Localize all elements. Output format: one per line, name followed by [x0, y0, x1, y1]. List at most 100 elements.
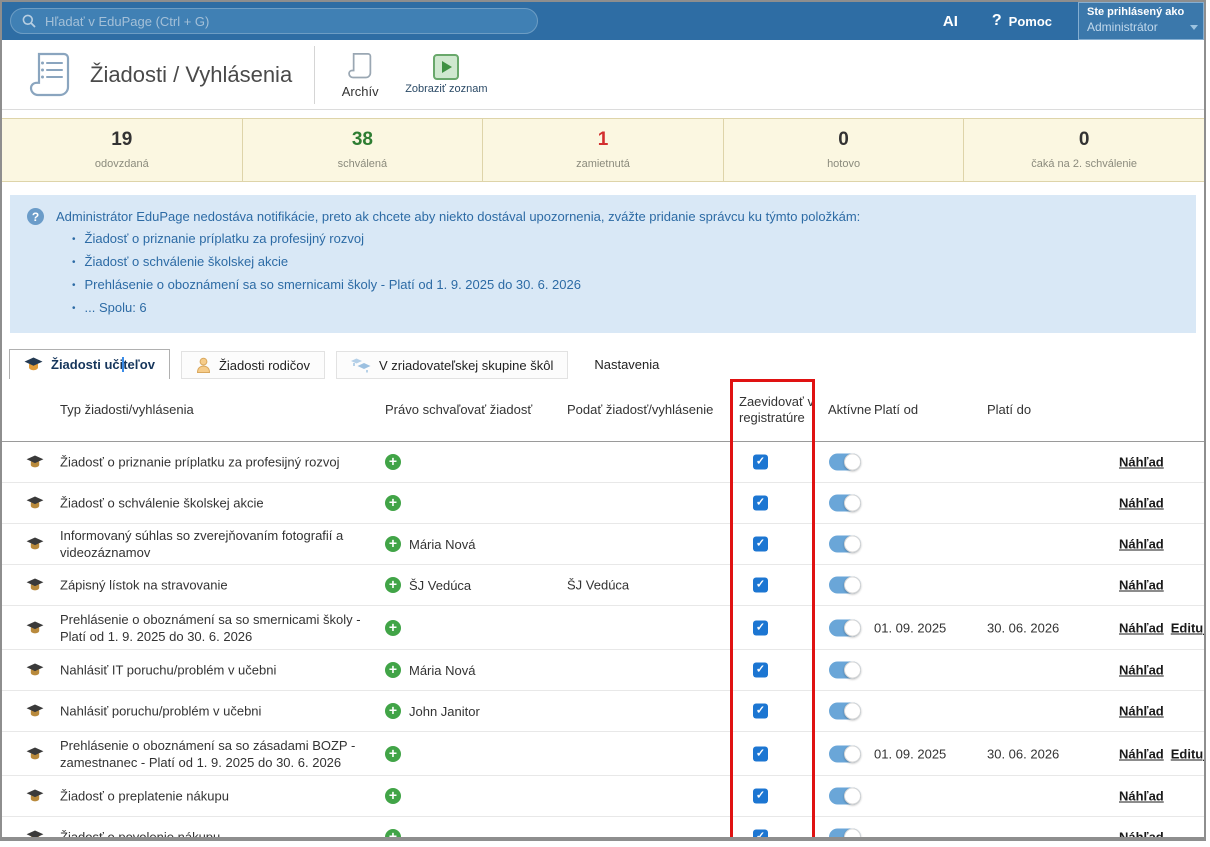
notification-info-box: ? Administrátor EduPage nedostáva notifi…	[10, 195, 1196, 333]
show-list-button[interactable]: Zobraziť zoznam	[405, 54, 487, 95]
add-approver-icon[interactable]: +	[385, 662, 401, 678]
add-approver-icon[interactable]: +	[385, 703, 401, 719]
toggle-knob	[844, 454, 861, 471]
archive-label: Archív	[342, 84, 379, 99]
table-row: Nahlásiť IT poruchu/problém v učebni+Már…	[2, 650, 1204, 691]
active-toggle[interactable]	[829, 454, 861, 471]
table-row: Informovaný súhlas so zverejňovaním foto…	[2, 524, 1204, 565]
signed-in-role: Administrátor	[1087, 20, 1189, 34]
add-approver-icon[interactable]: +	[385, 577, 401, 593]
stat-done[interactable]: 0 hotovo	[724, 119, 965, 181]
tab-teacher-requests[interactable]: Žiadosti učiteľov	[9, 349, 170, 379]
help-button[interactable]: ? Pomoc	[992, 12, 1052, 30]
ai-button[interactable]: AI	[943, 13, 958, 30]
table-row: Prehlásenie o oboznámení sa so zásadami …	[2, 732, 1204, 776]
notice-item: Prehlásenie o oboznámení sa so smernicam…	[72, 276, 1182, 295]
add-approver-icon[interactable]: +	[385, 788, 401, 804]
add-approver-icon[interactable]: +	[385, 620, 401, 636]
add-approver-icon[interactable]: +	[385, 454, 401, 470]
active-toggle[interactable]	[829, 829, 861, 842]
col-valid-from: Platí od	[874, 402, 918, 418]
request-type-label: Žiadosť o preplatenie nákupu	[60, 788, 382, 805]
graduation-cap-icon	[24, 357, 43, 372]
tab-label: Žiadosti rodičov	[219, 358, 310, 373]
registry-checkbox[interactable]	[753, 537, 768, 552]
registry-checkbox[interactable]	[753, 746, 768, 761]
preview-link[interactable]: Náhľad	[1119, 746, 1164, 761]
row-actions: Náhľad	[1119, 537, 1164, 552]
edit-link[interactable]: Edituj	[1171, 746, 1206, 761]
registry-checkbox[interactable]	[753, 789, 768, 804]
row-actions: Náhľad Edituj	[1119, 746, 1206, 761]
tab-bar: Žiadosti učiteľov Žiadosti rodičov V zri…	[2, 349, 1204, 379]
active-toggle[interactable]	[829, 745, 861, 762]
topbar-actions: AI ? Pomoc Ste prihlásený ako Administrá…	[943, 2, 1204, 40]
global-search[interactable]	[10, 8, 538, 34]
registry-checkbox[interactable]	[753, 620, 768, 635]
tab-settings[interactable]: Nastavenia	[580, 349, 673, 379]
toggle-knob	[844, 745, 861, 762]
preview-link[interactable]: Náhľad	[1119, 830, 1164, 842]
graduation-cap-icon	[26, 496, 44, 510]
preview-link[interactable]: Náhľad	[1119, 455, 1164, 470]
preview-link[interactable]: Náhľad	[1119, 537, 1164, 552]
tab-parent-requests[interactable]: Žiadosti rodičov	[181, 351, 325, 379]
request-type-label: Informovaný súhlas so zverejňovaním foto…	[60, 527, 382, 561]
active-toggle[interactable]	[829, 619, 861, 636]
active-toggle[interactable]	[829, 536, 861, 553]
submitter-name: ŠJ Vedúca	[567, 578, 629, 593]
preview-link[interactable]: Náhľad	[1119, 789, 1164, 804]
preview-link[interactable]: Náhľad	[1119, 663, 1164, 678]
active-toggle[interactable]	[829, 788, 861, 805]
status-summary-bar: 19 odovzdaná 38 schválená 1 zamietnutá 0…	[2, 118, 1204, 182]
archive-icon	[345, 51, 375, 81]
stat-label: schválená	[243, 158, 483, 170]
preview-link[interactable]: Náhľad	[1119, 578, 1164, 593]
registry-checkbox[interactable]	[753, 496, 768, 511]
preview-link[interactable]: Náhľad	[1119, 496, 1164, 511]
edit-link[interactable]: Edituj	[1171, 620, 1206, 635]
user-menu[interactable]: Ste prihlásený ako Administrátor	[1078, 2, 1204, 40]
table-row: Prehlásenie o oboznámení sa so smernicam…	[2, 606, 1204, 650]
registry-checkbox[interactable]	[753, 663, 768, 678]
notice-item: ... Spolu: 6	[72, 299, 1182, 318]
add-approver-icon[interactable]: +	[385, 746, 401, 762]
row-actions: Náhľad	[1119, 663, 1164, 678]
tab-founder-school-group[interactable]: V zriadovateľskej skupine škôl	[336, 351, 568, 379]
add-approver-icon[interactable]: +	[385, 536, 401, 552]
col-valid-to: Platí do	[987, 402, 1031, 418]
graduation-cap-icon	[26, 455, 44, 469]
module-header: Žiadosti / Vyhlásenia Archív Zobraziť zo…	[2, 40, 1204, 110]
add-approver-icon[interactable]: +	[385, 829, 401, 841]
active-toggle[interactable]	[829, 577, 861, 594]
show-list-label: Zobraziť zoznam	[405, 83, 487, 95]
registry-checkbox[interactable]	[753, 455, 768, 470]
graduation-cap-icon	[26, 578, 44, 592]
row-actions: Náhľad	[1119, 704, 1164, 719]
search-input[interactable]	[45, 14, 526, 29]
valid-from: 01. 09. 2025	[874, 620, 946, 635]
table-row: Nahlásiť poruchu/problém v učebni+John J…	[2, 691, 1204, 732]
stat-submitted[interactable]: 19 odovzdaná	[2, 119, 243, 181]
active-toggle[interactable]	[829, 495, 861, 512]
active-toggle[interactable]	[829, 662, 861, 679]
archive-button[interactable]: Archív	[333, 51, 387, 99]
active-toggle[interactable]	[829, 703, 861, 720]
registry-checkbox[interactable]	[753, 704, 768, 719]
preview-link[interactable]: Náhľad	[1119, 620, 1164, 635]
stat-waiting-second-approval[interactable]: 0 čaká na 2. schválenie	[964, 119, 1204, 181]
col-registry: Zaevidovať v registratúre	[739, 394, 815, 426]
graduation-cap-icon	[26, 704, 44, 718]
toggle-knob	[844, 577, 861, 594]
preview-link[interactable]: Náhľad	[1119, 704, 1164, 719]
stat-rejected[interactable]: 1 zamietnutá	[483, 119, 724, 181]
registry-checkbox[interactable]	[753, 578, 768, 593]
valid-to: 30. 06. 2026	[987, 620, 1059, 635]
add-approver-icon[interactable]: +	[385, 495, 401, 511]
registry-checkbox[interactable]	[753, 830, 768, 842]
stat-value: 19	[2, 129, 242, 151]
stat-approved[interactable]: 38 schválená	[243, 119, 484, 181]
graduation-cap-icon	[26, 789, 44, 803]
request-type-label: Prehlásenie o oboznámení sa so smernicam…	[60, 611, 382, 645]
stat-value: 38	[243, 129, 483, 151]
